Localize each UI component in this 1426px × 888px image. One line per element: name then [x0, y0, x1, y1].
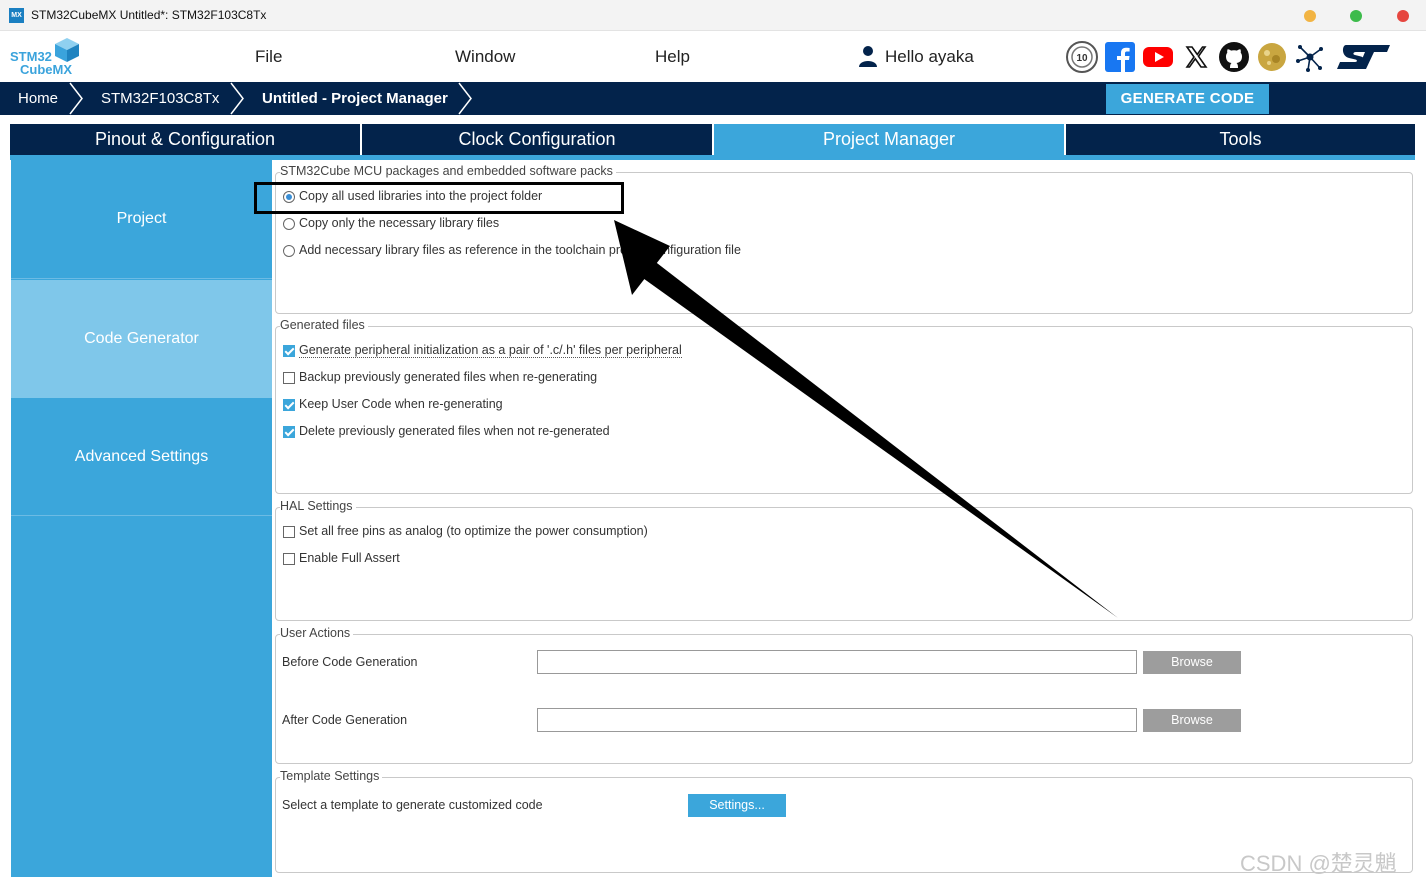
menu-file[interactable]: File: [255, 47, 282, 67]
option-label: Keep User Code when re-generating: [299, 397, 503, 411]
maximize-button[interactable]: [1350, 10, 1362, 22]
template-settings-group-title: Template Settings: [280, 769, 383, 783]
checkbox[interactable]: [283, 426, 295, 438]
template-description: Select a template to generate customized…: [282, 798, 543, 812]
option-label: Copy only the necessary library files: [299, 216, 500, 230]
chevron-right-icon: [458, 82, 472, 115]
anniversary-10-icon[interactable]: 10: [1066, 41, 1098, 73]
main-tabs: Pinout & Configuration Clock Configurati…: [10, 124, 1415, 160]
app-window: MX STM32CubeMX Untitled*: STM32F103C8Tx …: [0, 0, 1426, 888]
after-generation-input[interactable]: [537, 708, 1137, 732]
community-icon[interactable]: [1256, 41, 1288, 73]
tab-project-manager[interactable]: Project Manager: [714, 124, 1064, 155]
menu-help[interactable]: Help: [655, 47, 690, 67]
browse-before-button[interactable]: Browse: [1143, 651, 1241, 674]
st-logo-icon[interactable]: [1334, 41, 1392, 73]
sidebar-item-code-generator[interactable]: Code Generator: [11, 280, 272, 398]
chevron-right-icon: [230, 82, 244, 115]
x-icon[interactable]: [1180, 41, 1212, 73]
generated-files-group-title: Generated files: [280, 318, 368, 332]
annotation-highlight-box: [254, 182, 624, 214]
packages-group-title: STM32Cube MCU packages and embedded soft…: [280, 164, 616, 178]
user-icon: [859, 46, 877, 67]
browse-after-button[interactable]: Browse: [1143, 709, 1241, 732]
option-label: Set all free pins as analog (to optimize…: [299, 524, 648, 538]
menu-bar: STM32 CubeMX File Window Help Hello ayak…: [0, 31, 1426, 82]
sidebar-item-project[interactable]: Project: [11, 160, 272, 278]
checkbox[interactable]: [283, 526, 295, 538]
tab-clock-configuration[interactable]: Clock Configuration: [362, 124, 712, 155]
option-label: Enable Full Assert: [299, 551, 400, 565]
option-label: Backup previously generated files when r…: [299, 370, 598, 384]
option-label: Add necessary library files as reference…: [299, 243, 741, 257]
checkbox[interactable]: [283, 399, 295, 411]
sidebar-item-advanced-settings[interactable]: Advanced Settings: [11, 398, 272, 515]
checkbox[interactable]: [283, 372, 295, 384]
before-generation-input[interactable]: [537, 650, 1137, 674]
title-bar: MX STM32CubeMX Untitled*: STM32F103C8Tx: [0, 0, 1426, 31]
radio-button[interactable]: [283, 245, 295, 257]
user-greeting: Hello ayaka: [885, 47, 974, 66]
user-actions-group-title: User Actions: [280, 626, 354, 640]
github-icon[interactable]: [1218, 41, 1250, 73]
close-button[interactable]: [1397, 10, 1409, 22]
before-generation-label: Before Code Generation: [282, 655, 418, 669]
sidebar-divider: [11, 278, 272, 279]
checkbox[interactable]: [283, 553, 295, 565]
breadcrumb-device[interactable]: STM32F103C8Tx: [101, 82, 219, 115]
minimize-button[interactable]: [1304, 10, 1316, 22]
option-label: Generate peripheral initialization as a …: [299, 343, 682, 358]
youtube-icon[interactable]: [1142, 41, 1174, 73]
stm32cubemx-logo: STM32 CubeMX: [10, 37, 80, 79]
sidebar: Project Code Generator Advanced Settings: [11, 160, 272, 877]
radio-button[interactable]: [283, 218, 295, 230]
app-icon: MX: [9, 8, 24, 23]
logo-line2: CubeMX: [20, 62, 72, 77]
template-settings-button[interactable]: Settings...: [688, 794, 786, 817]
facebook-icon[interactable]: [1104, 41, 1136, 73]
option-label: Delete previously generated files when n…: [299, 424, 610, 438]
tab-pinout-configuration[interactable]: Pinout & Configuration: [10, 124, 360, 155]
generate-code-button[interactable]: GENERATE CODE: [1106, 84, 1269, 114]
network-icon[interactable]: [1294, 41, 1326, 73]
chevron-right-icon: [69, 82, 83, 115]
breadcrumb-current[interactable]: Untitled - Project Manager: [262, 82, 448, 115]
menu-window[interactable]: Window: [455, 47, 515, 67]
after-generation-label: After Code Generation: [282, 713, 408, 727]
checkbox[interactable]: [283, 345, 295, 357]
breadcrumb-home[interactable]: Home: [18, 82, 58, 115]
cube-icon: [55, 38, 79, 62]
svg-text:10: 10: [1076, 53, 1088, 64]
window-title: STM32CubeMX Untitled*: STM32F103C8Tx: [31, 8, 267, 22]
tab-tools[interactable]: Tools: [1066, 124, 1415, 155]
hal-settings-group-title: HAL Settings: [280, 499, 356, 513]
sidebar-divider: [11, 515, 272, 516]
watermark: CSDN @楚灵魈: [1240, 851, 1397, 876]
